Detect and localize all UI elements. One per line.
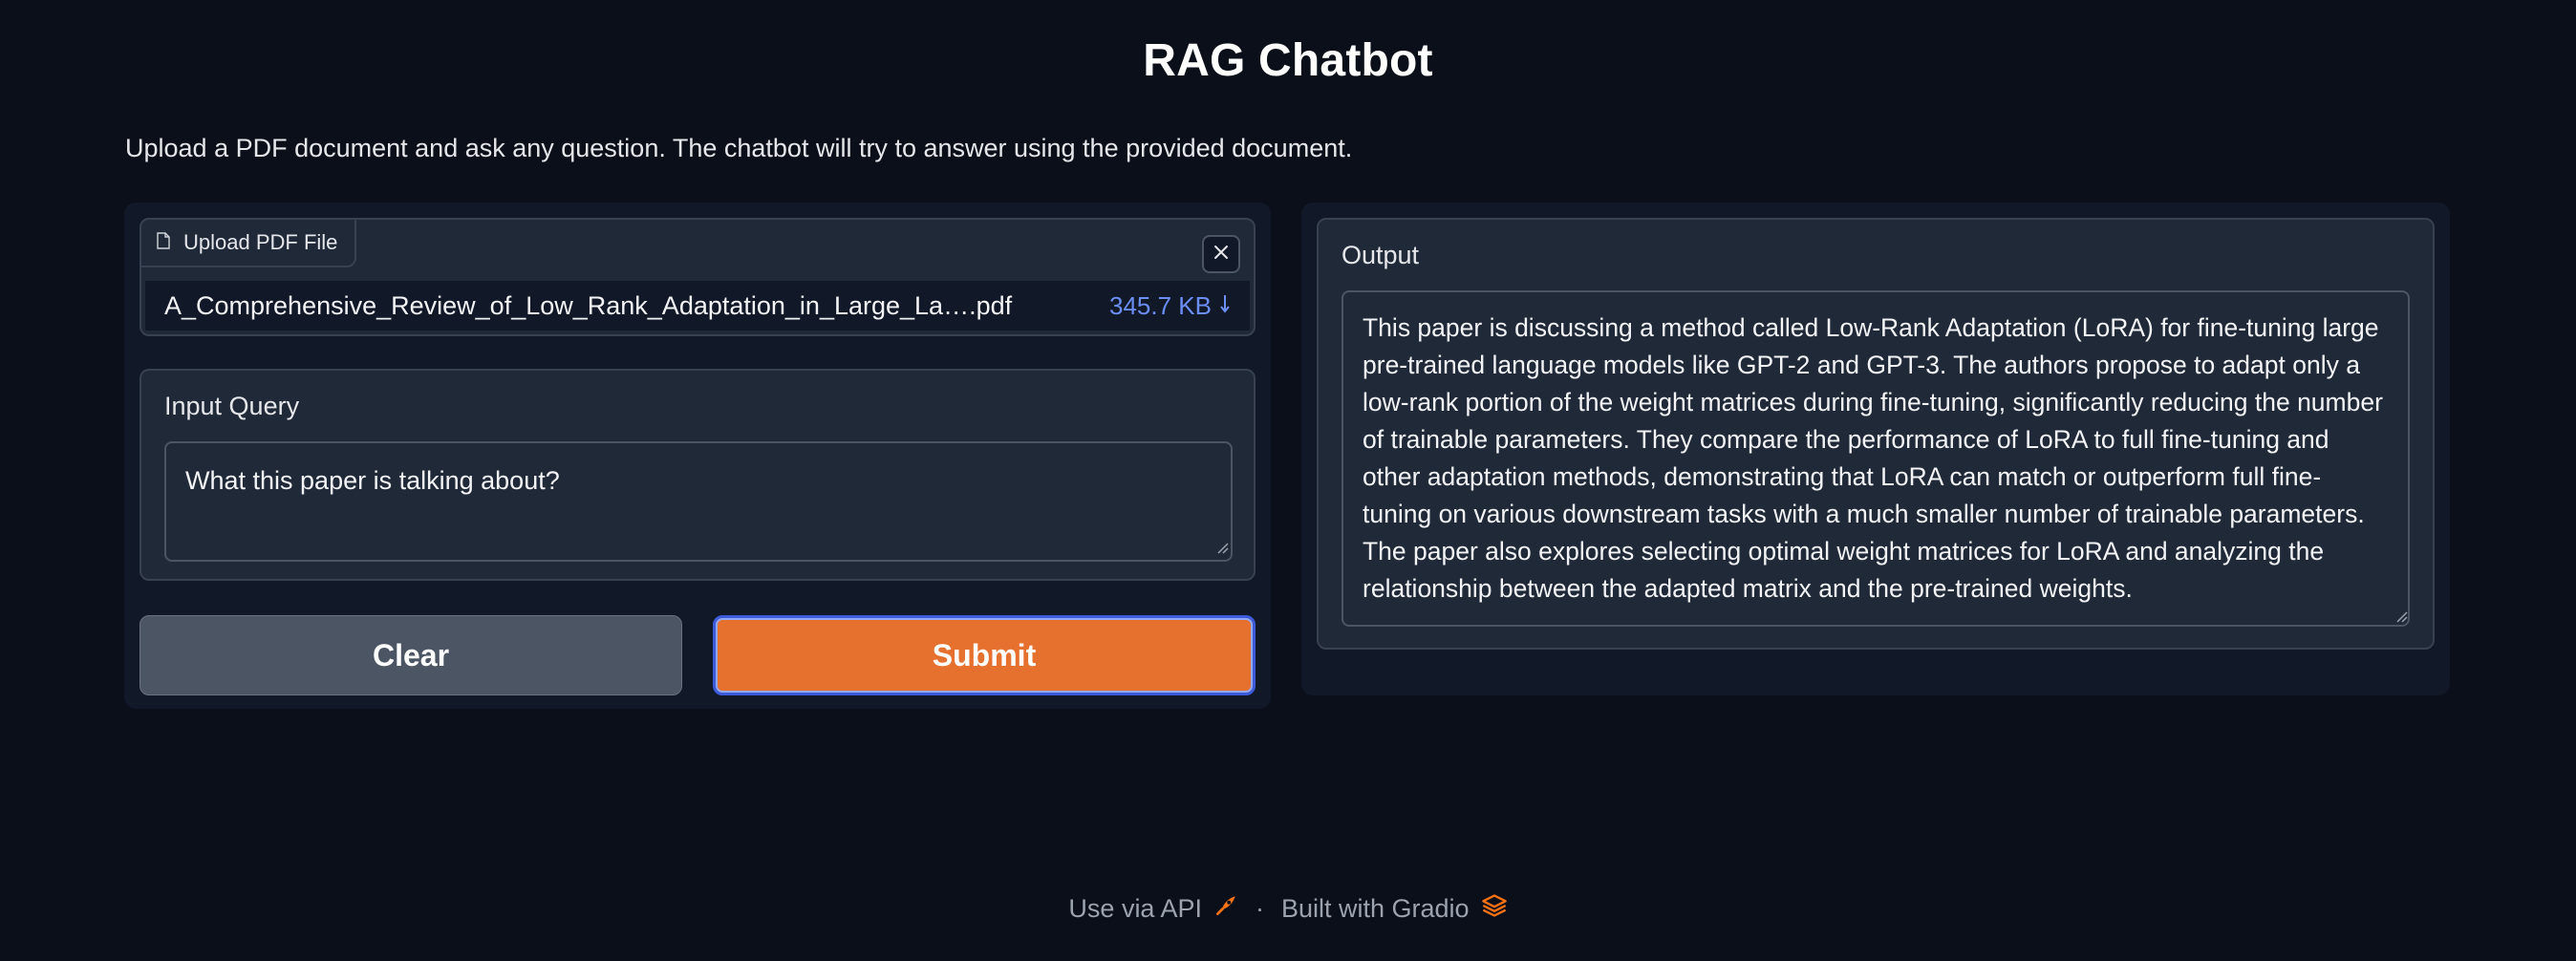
submit-button[interactable]: Submit	[713, 615, 1256, 695]
resize-handle-icon[interactable]	[2394, 609, 2408, 623]
output-field[interactable]: This paper is discussing a method called…	[1342, 290, 2410, 627]
download-arrow-icon	[1219, 291, 1231, 321]
file-download-link[interactable]: 345.7 KB	[1109, 291, 1231, 321]
app-root: RAG Chatbot Upload a PDF document and as…	[0, 0, 2576, 961]
built-label: Built with Gradio	[1280, 894, 1470, 923]
api-label: Use via API	[1068, 894, 1202, 923]
use-via-api-link[interactable]: Use via API	[1068, 893, 1238, 925]
page-title: RAG Chatbot	[1143, 35, 1433, 86]
file-size: 345.7 KB	[1109, 290, 1212, 320]
output-column: Output This paper is discussing a method…	[1301, 203, 2450, 695]
rocket-icon	[1213, 893, 1238, 925]
resize-handle-icon[interactable]	[1215, 541, 1229, 554]
built-with-gradio-link[interactable]: Built with Gradio	[1281, 892, 1508, 926]
input-query-block: Input Query What this paper is talking a…	[140, 369, 1256, 581]
footer-separator: ·	[1255, 894, 1264, 923]
upload-label: Upload PDF File	[183, 230, 338, 254]
file-icon	[157, 230, 170, 255]
output-block: Output This paper is discussing a method…	[1317, 218, 2435, 650]
output-label: Output	[1342, 241, 1420, 269]
footer: Use via API · Built with Gradio	[0, 892, 2576, 926]
uploaded-file-name: A_Comprehensive_Review_of_Low_Rank_Adapt…	[164, 290, 1013, 320]
uploaded-file-row: A_Comprehensive_Review_of_Low_Rank_Adapt…	[145, 281, 1250, 331]
clear-button[interactable]: Clear	[140, 615, 682, 695]
input-query-field[interactable]: What this paper is talking about?	[164, 441, 1233, 562]
page-description: Upload a PDF document and ask any questi…	[125, 134, 1353, 162]
upload-label-tab: Upload PDF File	[140, 218, 357, 267]
clear-file-button[interactable]	[1202, 235, 1240, 273]
input-column: Upload PDF File A_Comprehensive_Review_o…	[124, 203, 1271, 709]
pdf-upload-block: Upload PDF File A_Comprehensive_Review_o…	[140, 218, 1256, 336]
close-icon	[1213, 245, 1229, 265]
gradio-logo-icon	[1481, 892, 1508, 926]
input-query-label: Input Query	[164, 392, 300, 420]
